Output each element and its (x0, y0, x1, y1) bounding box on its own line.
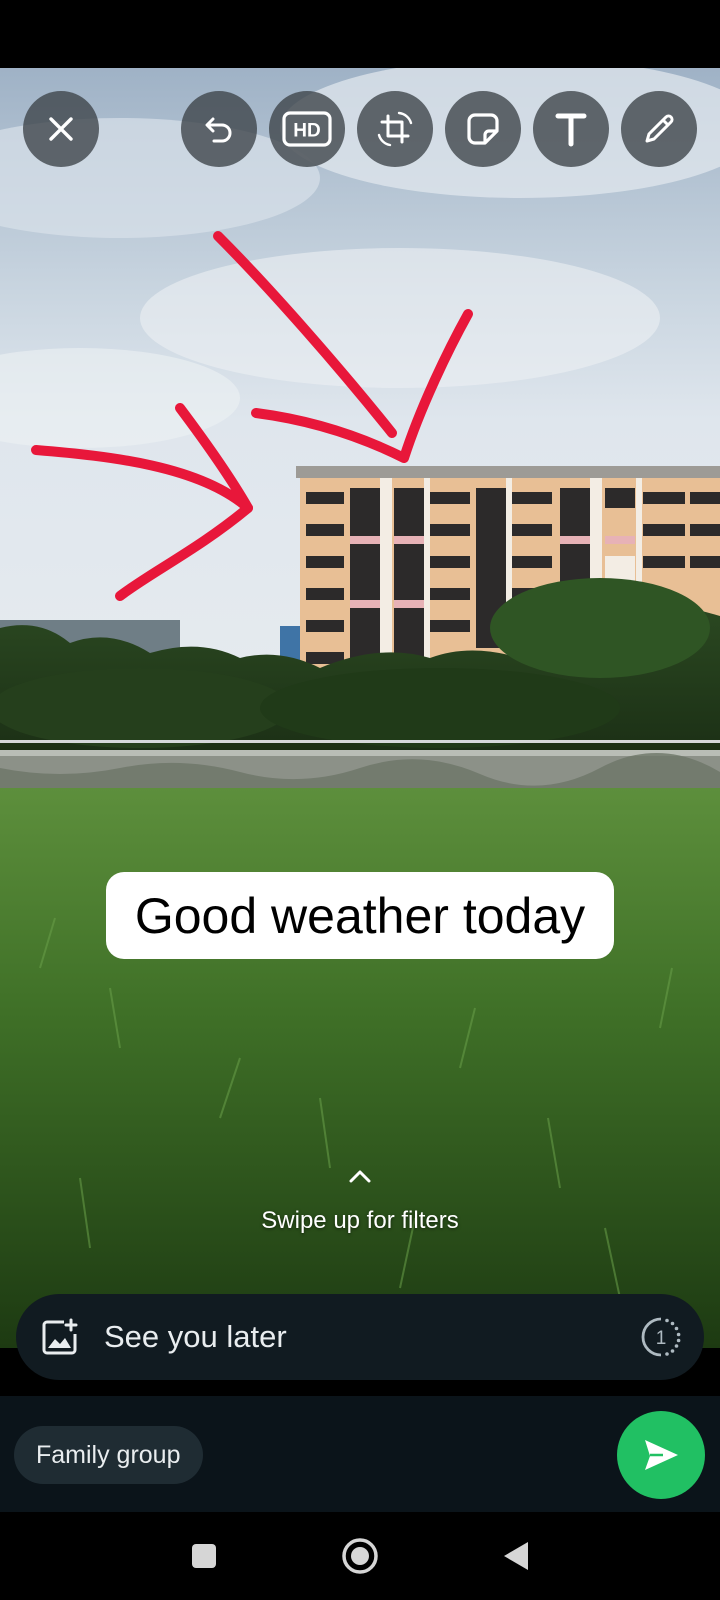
crop-rotate-button[interactable] (357, 91, 433, 167)
undo-button[interactable] (181, 91, 257, 167)
text-icon (555, 113, 587, 147)
circle-home-icon (342, 1538, 378, 1574)
home-button[interactable] (336, 1532, 384, 1580)
bottom-panel: Family group (0, 1396, 720, 1512)
filters-hint-label: Swipe up for filters (261, 1207, 459, 1234)
caption-bar: 1 (16, 1294, 704, 1380)
caption-input[interactable] (102, 1312, 624, 1362)
close-button[interactable] (23, 91, 99, 167)
close-icon (49, 117, 73, 141)
hd-label: HD (293, 121, 320, 142)
view-once-label: 1 (656, 1328, 667, 1349)
hd-icon: HD (282, 111, 332, 147)
chevron-up-icon (349, 1170, 371, 1183)
sticker-icon (467, 113, 499, 145)
undo-icon (205, 117, 232, 143)
media-editor-screen: HD Good weather today Swipe up for filte… (0, 0, 720, 1600)
status-bar (0, 0, 720, 68)
recipient-chip[interactable]: Family group (14, 1426, 203, 1484)
send-button[interactable] (617, 1411, 705, 1499)
text-button[interactable] (533, 91, 609, 167)
triangle-back-icon (504, 1542, 528, 1570)
crop-rotate-icon (377, 111, 413, 147)
add-media-icon[interactable] (40, 1317, 80, 1357)
recents-button[interactable] (180, 1532, 228, 1580)
pencil-icon (645, 114, 674, 143)
sticker-button[interactable] (445, 91, 521, 167)
photo-canvas[interactable] (0, 68, 720, 1348)
draw-button[interactable] (621, 91, 697, 167)
filters-hint[interactable]: Swipe up for filters (0, 1165, 720, 1235)
navigation-bar (0, 1512, 720, 1600)
send-icon (645, 1440, 678, 1470)
text-sticker[interactable]: Good weather today (106, 872, 614, 959)
square-icon (192, 1544, 216, 1568)
photo-image (0, 68, 720, 1348)
back-button[interactable] (492, 1532, 540, 1580)
view-once-icon[interactable]: 1 (640, 1316, 682, 1358)
hd-quality-button[interactable]: HD (269, 91, 345, 167)
